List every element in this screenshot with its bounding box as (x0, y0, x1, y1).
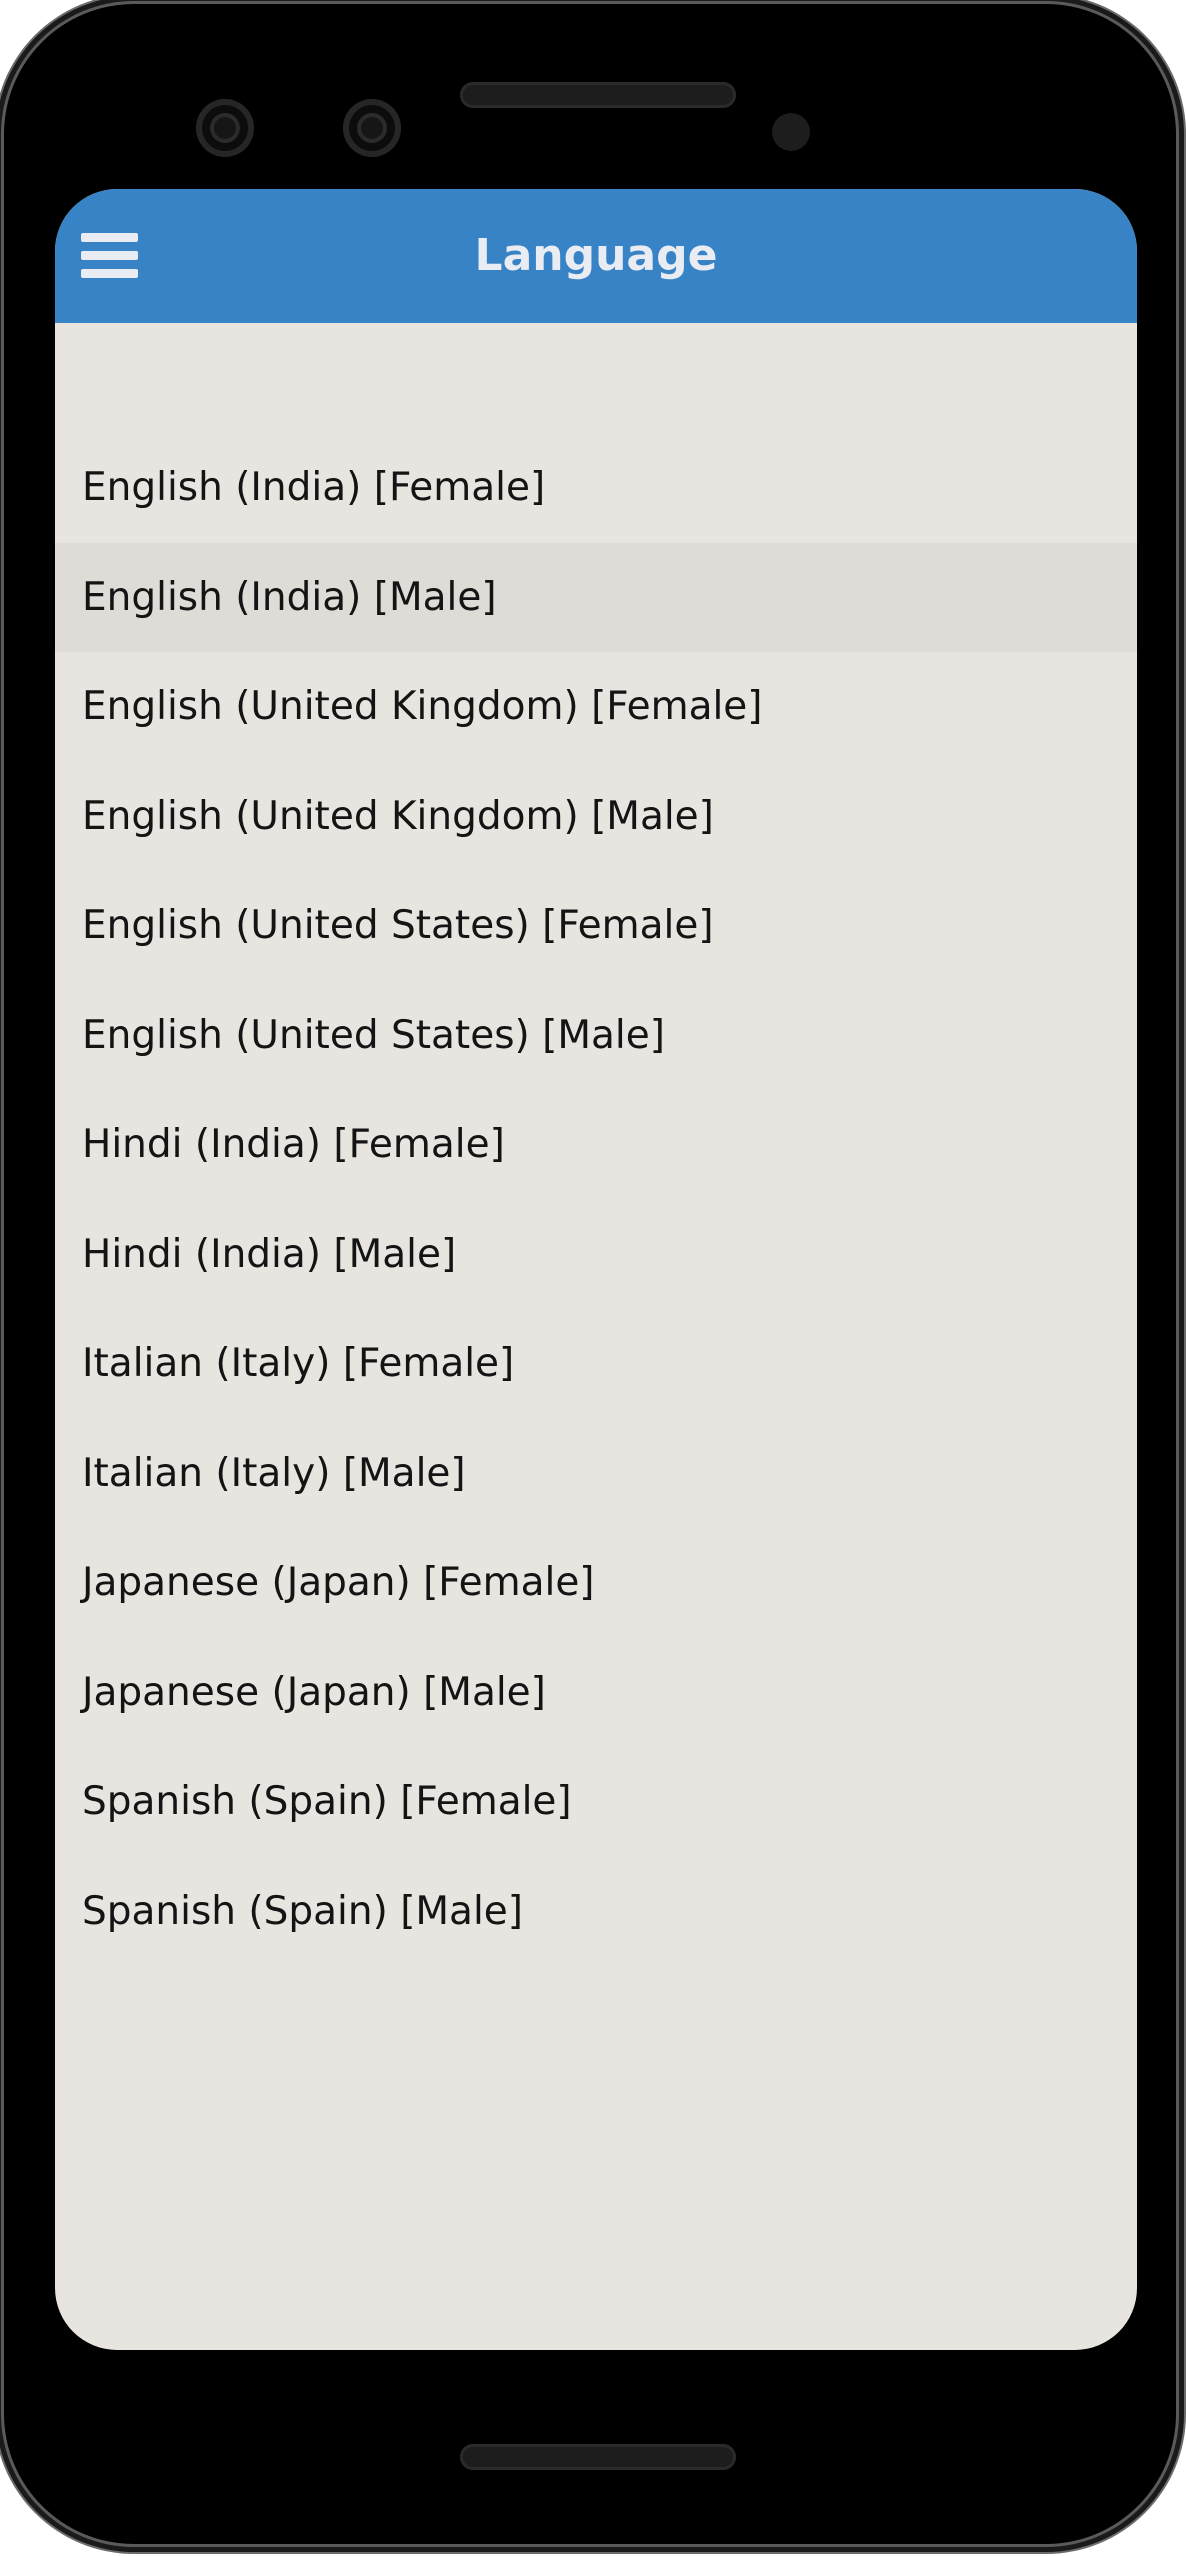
language-item-it-it-male[interactable]: Italian (Italy) [Male] (55, 1419, 1137, 1529)
bottom-speaker (460, 2444, 736, 2470)
proximity-sensor (772, 113, 810, 151)
language-item-es-es-male[interactable]: Spanish (Spain) [Male] (55, 1857, 1137, 1967)
language-item-en-in-female[interactable]: English (India) [Female] (55, 433, 1137, 543)
language-item-en-gb-male[interactable]: English (United Kingdom) [Male] (55, 762, 1137, 872)
menu-bar (81, 251, 138, 260)
language-item-ja-jp-male[interactable]: Japanese (Japan) [Male] (55, 1638, 1137, 1748)
app-screen: Language English (India) [Female] Englis… (55, 189, 1137, 2350)
app-bar: Language (55, 189, 1137, 323)
menu-bar (81, 269, 138, 278)
language-item-ja-jp-female[interactable]: Japanese (Japan) [Female] (55, 1528, 1137, 1638)
language-item-en-us-male[interactable]: English (United States) [Male] (55, 981, 1137, 1091)
language-item-hi-in-male[interactable]: Hindi (India) [Male] (55, 1200, 1137, 1310)
language-item-es-es-female[interactable]: Spanish (Spain) [Female] (55, 1747, 1137, 1857)
page-title: Language (474, 230, 718, 281)
language-list: English (India) [Female] English (India)… (55, 433, 1137, 1966)
language-item-en-in-male[interactable]: English (India) [Male] (55, 542, 1137, 652)
language-item-en-gb-female[interactable]: English (United Kingdom) [Female] (55, 652, 1137, 762)
front-camera-icon (343, 99, 401, 157)
hamburger-menu-icon[interactable] (81, 227, 141, 285)
language-item-hi-in-female[interactable]: Hindi (India) [Female] (55, 1090, 1137, 1200)
menu-bar (81, 233, 138, 242)
front-camera-icon (196, 99, 254, 157)
phone-frame: Language English (India) [Female] Englis… (4, 4, 1176, 2544)
earpiece-speaker (460, 82, 736, 108)
language-item-en-us-female[interactable]: English (United States) [Female] (55, 871, 1137, 981)
language-item-it-it-female[interactable]: Italian (Italy) [Female] (55, 1309, 1137, 1419)
